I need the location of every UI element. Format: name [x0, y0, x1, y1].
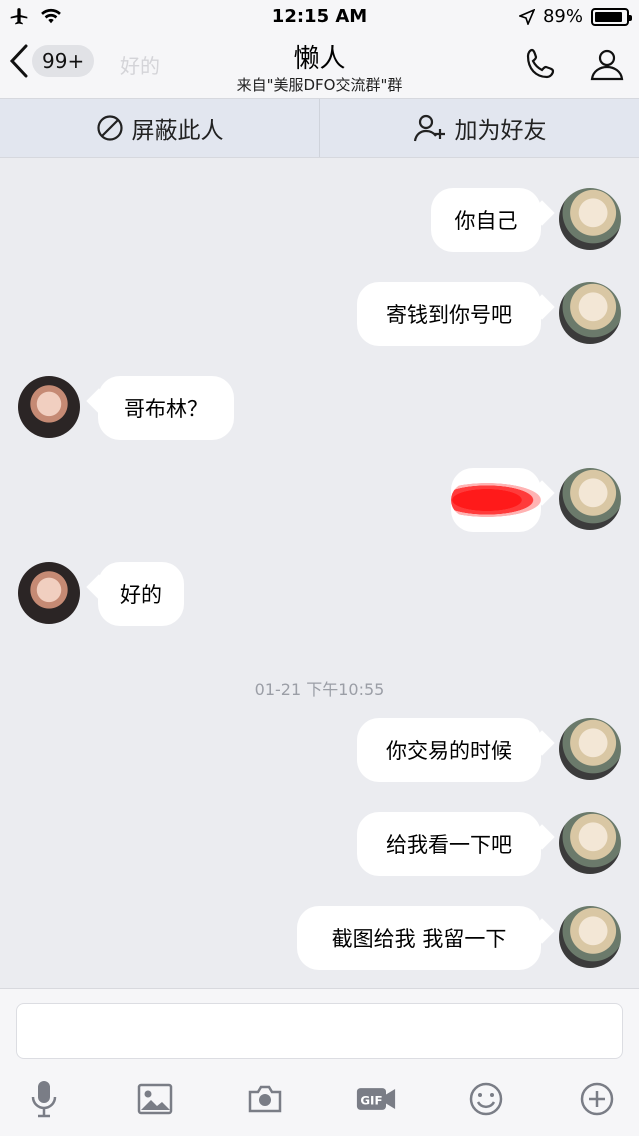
add-person-icon: [413, 114, 445, 142]
battery-percent: 89%: [542, 6, 583, 27]
composer: GIF: [0, 988, 639, 1136]
message-bubble[interactable]: 给我看一下吧: [357, 812, 541, 876]
message-row: 截图给我 我留一下: [0, 906, 639, 976]
my-avatar[interactable]: [559, 718, 621, 780]
battery-icon: [591, 7, 632, 26]
message-input[interactable]: [16, 1003, 623, 1059]
image-icon[interactable]: [135, 1079, 175, 1119]
message-row: [0, 468, 639, 538]
my-avatar[interactable]: [559, 188, 621, 250]
message-row: 你交易的时候: [0, 718, 639, 788]
contact-avatar[interactable]: [18, 562, 80, 624]
camera-icon[interactable]: [245, 1079, 285, 1119]
nav-actions: [523, 46, 625, 82]
composer-toolbar: GIF: [0, 1077, 639, 1121]
person-icon[interactable]: [589, 46, 625, 82]
stranger-action-bar: 屏蔽此人 加为好友: [0, 98, 639, 158]
message-row: 给我看一下吧: [0, 812, 639, 882]
phone-icon[interactable]: [523, 46, 559, 82]
message-list: 你自己 寄钱到你号吧 哥布林？ 好的 01-21 下午10:55 你交易的时候 …: [0, 158, 639, 988]
message-row: 好的: [0, 562, 639, 632]
block-icon: [96, 115, 123, 141]
message-row: 你自己: [0, 188, 639, 258]
block-user-button[interactable]: 屏蔽此人: [0, 99, 319, 157]
message-bubble[interactable]: 你交易的时候: [357, 718, 541, 782]
gif-icon[interactable]: GIF: [356, 1079, 396, 1119]
my-avatar[interactable]: [559, 468, 621, 530]
message-bubble[interactable]: 截图给我 我留一下: [297, 906, 541, 970]
status-bar: 12:15 AM 89%: [0, 0, 639, 34]
message-bubble-redacted[interactable]: [451, 468, 541, 532]
scrolled-timestamp: [0, 158, 639, 164]
message-row: 哥布林？: [0, 376, 639, 446]
contact-avatar[interactable]: [18, 376, 80, 438]
message-bubble[interactable]: 你自己: [431, 188, 541, 252]
block-user-label: 屏蔽此人: [131, 118, 224, 144]
redaction-scribble: [451, 483, 541, 517]
add-friend-label: 加为好友: [454, 118, 547, 144]
message-bubble[interactable]: 哥布林？: [98, 376, 234, 440]
status-right: 89%: [518, 6, 632, 27]
emoji-icon[interactable]: [466, 1079, 506, 1119]
my-avatar[interactable]: [559, 282, 621, 344]
message-bubble[interactable]: 好的: [98, 562, 184, 626]
message-row: 寄钱到你号吧: [0, 282, 639, 352]
message-bubble[interactable]: 寄钱到你号吧: [357, 282, 541, 346]
plus-icon[interactable]: [577, 1079, 617, 1119]
nav-bar: 99+ 好的 懒人 来自"美服DFO交流群"群: [0, 34, 639, 98]
location-arrow-icon: [518, 8, 535, 25]
my-avatar[interactable]: [559, 812, 621, 874]
battery-level: [595, 11, 622, 22]
microphone-icon[interactable]: [24, 1079, 64, 1119]
add-friend-button[interactable]: 加为好友: [319, 99, 639, 157]
message-timestamp: 01-21 下午10:55: [254, 680, 385, 699]
svg-text:GIF: GIF: [360, 1093, 382, 1107]
my-avatar[interactable]: [559, 906, 621, 968]
